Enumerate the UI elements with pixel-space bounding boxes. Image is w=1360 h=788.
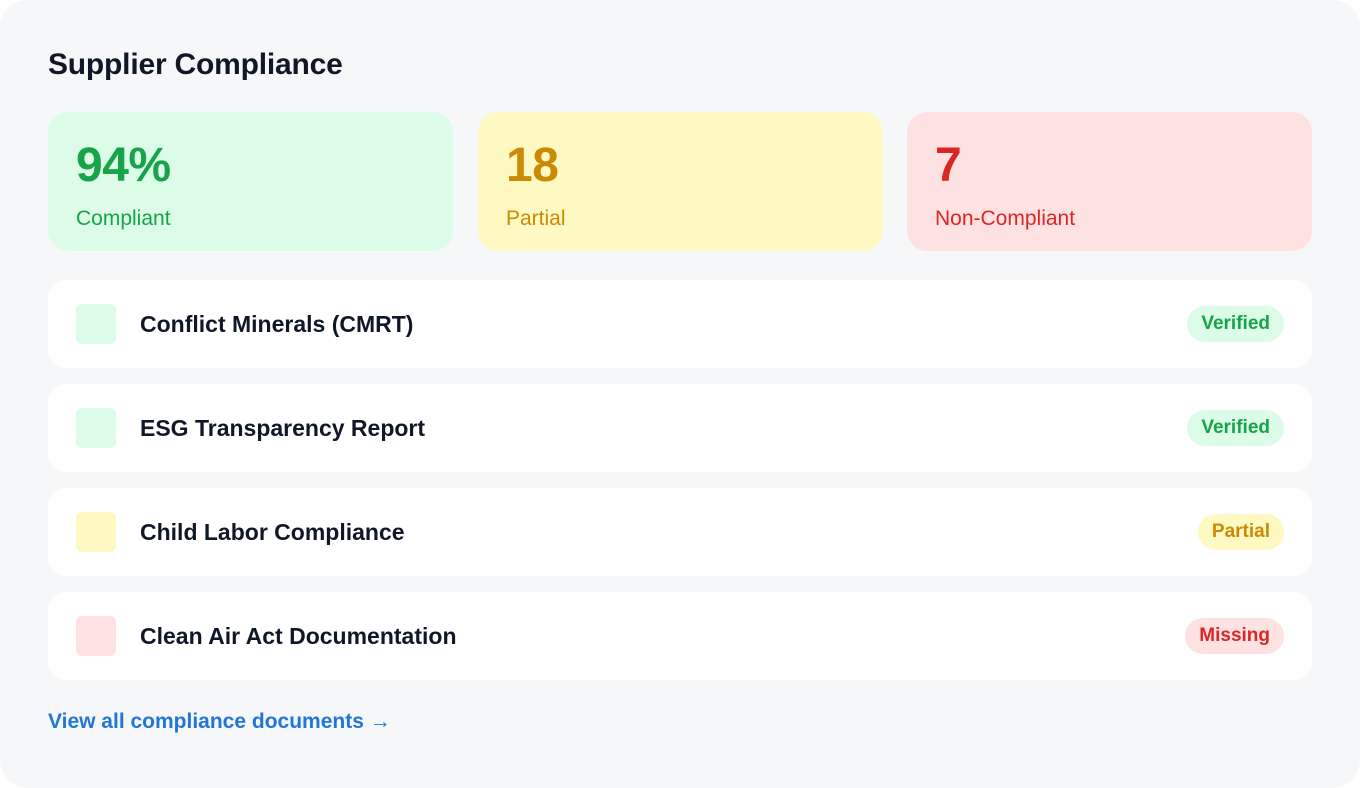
stat-label: Non-Compliant (935, 207, 1076, 230)
status-badge: Verified (1187, 306, 1284, 342)
status-badge: Partial (1197, 514, 1284, 550)
status-square-icon (76, 616, 116, 656)
document-name: Conflict Minerals (CMRT) (140, 311, 414, 337)
status-badge: Missing (1185, 618, 1284, 654)
status-square-icon (76, 512, 116, 552)
card-title: Supplier Compliance (48, 48, 343, 81)
stat-value: 7 (935, 139, 962, 192)
stat-compliant: 94% Compliant (48, 112, 453, 251)
stat-value: 94% (76, 139, 171, 192)
stat-label: Partial (506, 207, 566, 230)
status-square-icon (76, 304, 116, 344)
stat-partial: 18 Partial (478, 112, 883, 251)
stat-value: 18 (506, 139, 559, 192)
document-row-esg[interactable]: ESG Transparency Report Verified (48, 384, 1312, 472)
document-row-child-labor[interactable]: Child Labor Compliance Partial (48, 488, 1312, 576)
status-badge: Verified (1187, 410, 1284, 446)
view-all-documents-link[interactable]: View all compliance documents → (48, 708, 391, 736)
document-name: Child Labor Compliance (140, 519, 405, 545)
stat-label: Compliant (76, 207, 171, 230)
document-name: Clean Air Act Documentation (140, 623, 457, 649)
stats-row: 94% Compliant 18 Partial 7 Non-Compliant (48, 112, 1312, 251)
document-name: ESG Transparency Report (140, 415, 426, 441)
stat-non-compliant: 7 Non-Compliant (907, 112, 1312, 251)
status-square-icon (76, 408, 116, 448)
document-row-clean-air[interactable]: Clean Air Act Documentation Missing (48, 592, 1312, 680)
document-row-cmrt[interactable]: Conflict Minerals (CMRT) Verified (48, 280, 1312, 368)
supplier-compliance-card: Supplier Compliance 94% Compliant 18 Par… (0, 0, 1360, 788)
